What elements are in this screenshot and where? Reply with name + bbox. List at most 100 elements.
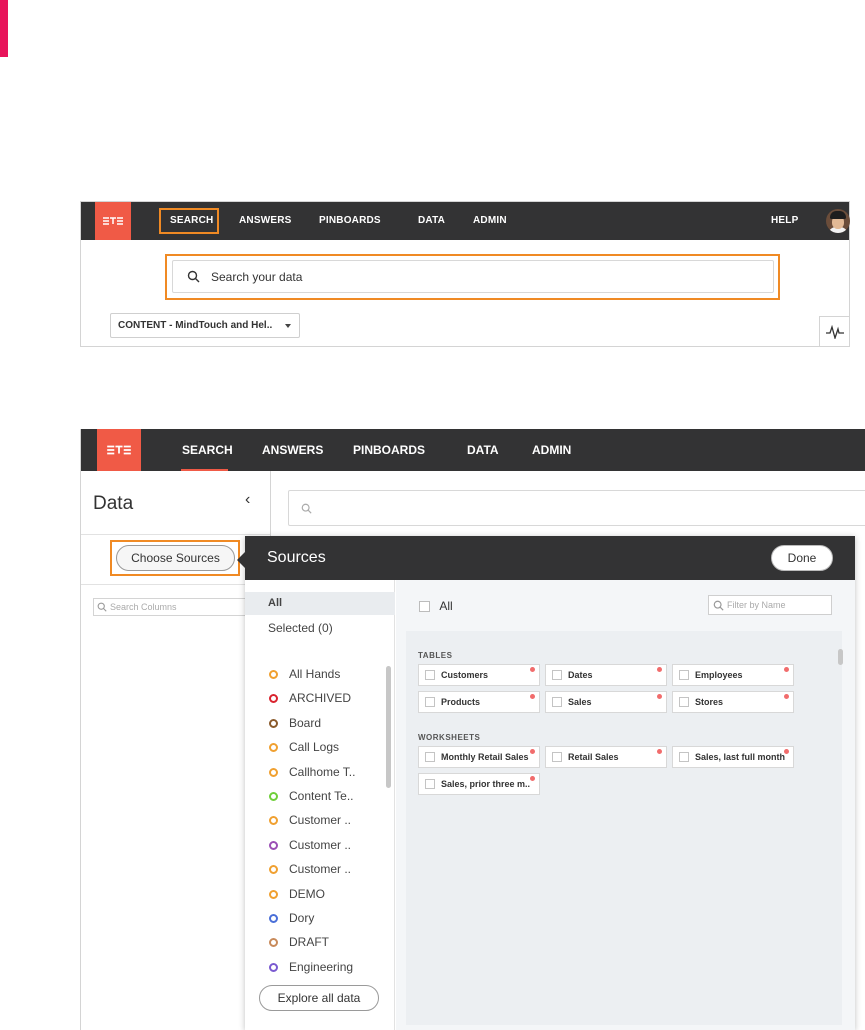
source-label: Dory — [289, 910, 315, 925]
status-dot-icon — [269, 938, 278, 948]
source-list-item[interactable]: Customer .. — [245, 808, 385, 832]
status-dot-icon — [269, 791, 278, 801]
source-dropdown-value: CONTENT - MindTouch and Hel.. — [118, 320, 273, 331]
table-card[interactable]: Products — [418, 691, 540, 713]
source-list: All Hands ARCHIVED Board Call Logs Callhome … — [245, 662, 385, 979]
source-list-item[interactable]: Dory — [245, 906, 385, 930]
sources-filter-sidebar: All Selected (0) All Hands ARCHIVED Board C… — [245, 580, 395, 1030]
worksheet-card[interactable]: Retail Sales — [545, 746, 667, 768]
choose-sources-button[interactable]: Choose Sources — [116, 545, 235, 571]
search-placeholder: Search your data — [211, 270, 303, 284]
filter-by-name-placeholder: Filter by Name — [727, 600, 786, 610]
nav-data[interactable]: DATA — [418, 202, 445, 240]
source-label: ARCHIVED — [289, 691, 352, 706]
pulse-icon — [825, 324, 844, 339]
worksheet-card[interactable]: Sales, prior three m.. — [418, 773, 540, 795]
source-list-item[interactable]: DEMO — [245, 882, 385, 906]
divider — [81, 584, 270, 585]
source-label: Content Te.. — [289, 788, 354, 803]
status-dot-icon — [269, 962, 278, 972]
search-icon — [187, 270, 200, 283]
pulse-button[interactable] — [819, 316, 849, 346]
source-list-item[interactable]: Callhome T.. — [245, 760, 385, 784]
nav-pinboards[interactable]: PINBOARDS — [319, 202, 381, 240]
nav-help[interactable]: HELP — [771, 202, 798, 240]
source-list-item[interactable]: Customer .. — [245, 857, 385, 881]
search-columns-input[interactable]: Search Columns — [93, 598, 253, 616]
sources-content: All Filter by Name TABLES Customers Date… — [396, 580, 855, 1030]
source-list-item[interactable]: Board — [245, 711, 385, 735]
source-list-item[interactable]: Content Te.. — [245, 784, 385, 808]
status-dot-icon — [269, 840, 278, 850]
source-list-item[interactable]: All Hands — [245, 662, 385, 686]
top-nav: SEARCH ANSWERS PINBOARDS DATA ADMIN — [81, 429, 865, 471]
nav-admin[interactable]: ADMIN — [532, 429, 571, 471]
status-dot-icon — [269, 889, 278, 899]
search-columns-placeholder: Search Columns — [110, 602, 177, 612]
filter-all[interactable]: All — [245, 592, 395, 615]
done-button[interactable]: Done — [771, 545, 833, 571]
source-label: Callhome T.. — [289, 764, 356, 779]
logo-icon[interactable] — [97, 429, 141, 471]
nav-data[interactable]: DATA — [467, 429, 499, 471]
tables-section-label: TABLES — [418, 651, 453, 660]
search-icon — [713, 600, 724, 611]
explore-all-data-button[interactable]: Explore all data — [259, 985, 379, 1011]
table-card[interactable]: Customers — [418, 664, 540, 686]
source-label: Customer .. — [289, 837, 352, 852]
filter-selected[interactable]: Selected (0) — [268, 621, 333, 635]
nav-search[interactable]: SEARCH — [182, 429, 233, 471]
status-dot-icon — [269, 694, 278, 704]
table-card[interactable]: Sales — [545, 691, 667, 713]
nav-answers[interactable]: ANSWERS — [239, 202, 292, 240]
source-list-item[interactable]: DRAFT — [245, 930, 385, 954]
logo-icon[interactable] — [95, 202, 131, 240]
select-all-label: All — [439, 599, 453, 613]
search-icon — [301, 503, 312, 514]
sources-dialog: Sources Done All Selected (0) All Hands A… — [237, 536, 855, 1030]
table-card[interactable]: Stores — [672, 691, 794, 713]
chevron-down-icon — [285, 324, 291, 328]
source-dropdown[interactable]: CONTENT - MindTouch and Hel.. — [110, 313, 300, 338]
search-screen-preview: SEARCH ANSWERS PINBOARDS DATA ADMIN HELP… — [80, 201, 850, 347]
status-dot-icon — [269, 913, 278, 923]
select-all-checkbox[interactable]: All — [419, 600, 453, 613]
scrollbar[interactable] — [838, 649, 843, 665]
status-dot-icon — [269, 816, 278, 826]
source-list-item[interactable]: Call Logs — [245, 735, 385, 759]
nav-answers[interactable]: ANSWERS — [262, 429, 323, 471]
status-dot-icon — [269, 767, 278, 777]
worksheet-card[interactable]: Monthly Retail Sales — [418, 746, 540, 768]
source-label: Engineering — [289, 959, 354, 974]
page-accent-bar — [0, 0, 8, 57]
source-list-item[interactable]: Engineering — [245, 955, 385, 979]
sources-title: Sources — [267, 549, 326, 566]
search-input[interactable]: Search your data — [172, 260, 774, 293]
top-nav: SEARCH ANSWERS PINBOARDS DATA ADMIN HELP — [81, 202, 850, 240]
source-label: Board — [289, 715, 322, 730]
worksheet-card[interactable]: Sales, last full month — [672, 746, 794, 768]
nav-admin[interactable]: ADMIN — [473, 202, 507, 240]
checkbox[interactable] — [419, 601, 430, 612]
source-list-item[interactable]: ARCHIVED — [245, 686, 385, 710]
filter-by-name-input[interactable]: Filter by Name — [708, 595, 832, 615]
avatar[interactable] — [826, 209, 850, 233]
chevron-left-icon[interactable]: ‹ — [245, 491, 250, 509]
status-dot-icon — [269, 718, 278, 728]
sources-screen-preview: SEARCH ANSWERS PINBOARDS DATA ADMIN Data… — [80, 429, 865, 1030]
search-input[interactable] — [288, 490, 865, 526]
nav-search[interactable]: SEARCH — [170, 202, 213, 240]
table-card[interactable]: Dates — [545, 664, 667, 686]
status-dot-icon — [269, 670, 278, 679]
nav-pinboards[interactable]: PINBOARDS — [353, 429, 425, 471]
table-card[interactable]: Employees — [672, 664, 794, 686]
source-label: Customer .. — [289, 813, 352, 828]
status-dot-icon — [269, 865, 278, 875]
source-label: Customer .. — [289, 862, 352, 877]
source-list-item[interactable]: Customer .. — [245, 833, 385, 857]
sources-grid: TABLES Customers Dates Employees Product… — [406, 631, 842, 1025]
source-label: DEMO — [289, 886, 325, 901]
scrollbar[interactable] — [386, 666, 391, 788]
data-panel-title: Data — [93, 493, 134, 514]
search-icon — [97, 602, 107, 612]
